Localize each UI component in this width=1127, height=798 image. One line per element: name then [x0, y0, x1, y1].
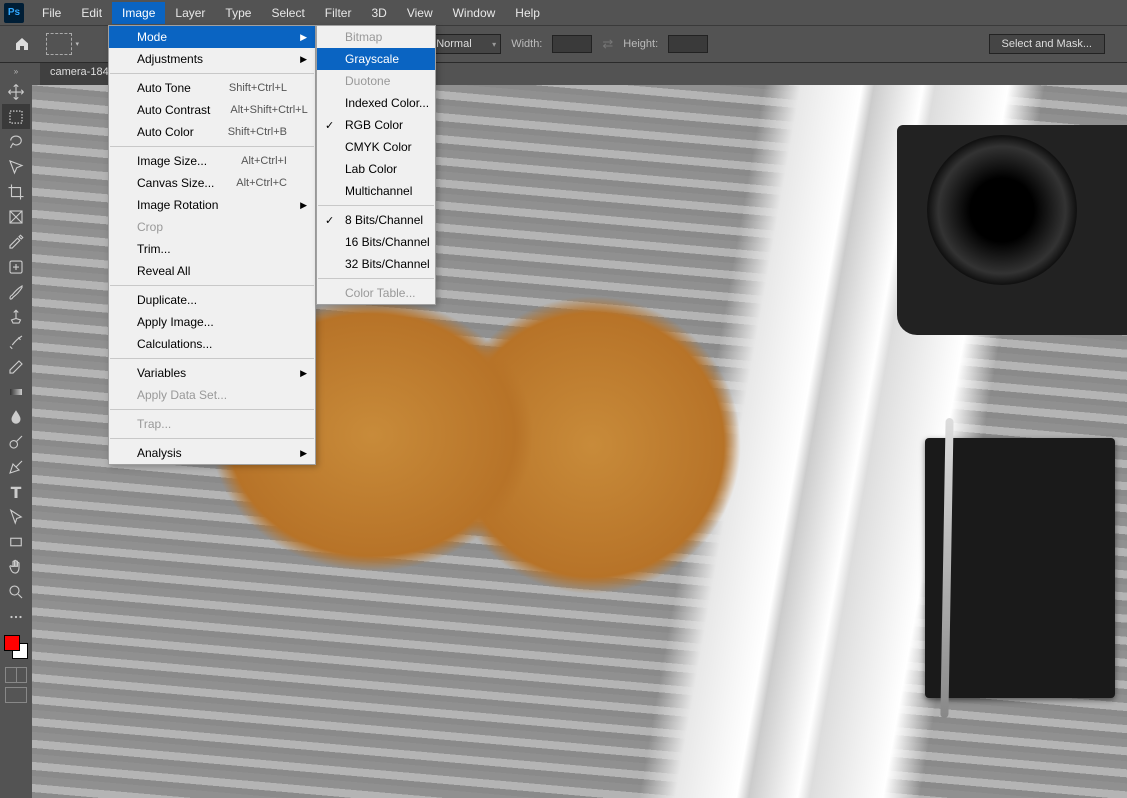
image-menu-item-adjustments[interactable]: Adjustments▶	[109, 48, 315, 70]
mode-item-indexed-color[interactable]: Indexed Color...	[317, 92, 435, 114]
mode-item-bitmap: Bitmap	[317, 26, 435, 48]
mode-item-rgb-color[interactable]: ✓RGB Color	[317, 114, 435, 136]
select-and-mask-button[interactable]: Select and Mask...	[989, 34, 1106, 54]
frame-tool[interactable]	[2, 204, 30, 229]
image-menu-item-apply-image[interactable]: Apply Image...	[109, 311, 315, 333]
blur-tool[interactable]	[2, 404, 30, 429]
move-tool[interactable]	[2, 79, 30, 104]
menu-type[interactable]: Type	[215, 2, 261, 24]
eyedropper-tool[interactable]	[2, 229, 30, 254]
swap-icon[interactable]: ⇄	[602, 36, 613, 52]
image-menu-item-duplicate[interactable]: Duplicate...	[109, 289, 315, 311]
image-menu-item-trim[interactable]: Trim...	[109, 238, 315, 260]
tool-preset-picker[interactable]	[46, 33, 72, 55]
menu-edit[interactable]: Edit	[71, 2, 112, 24]
mode-submenu: BitmapGrayscaleDuotoneIndexed Color...✓R…	[316, 25, 436, 305]
mode-item-cmyk-color[interactable]: CMYK Color	[317, 136, 435, 158]
type-tool[interactable]	[2, 479, 30, 504]
image-notebook	[925, 438, 1115, 698]
width-input[interactable]	[552, 35, 592, 53]
screen-mode-toggle[interactable]	[5, 687, 27, 703]
menu-image[interactable]: Image	[112, 2, 165, 24]
zoom-tool[interactable]	[2, 579, 30, 604]
image-menu-item-auto-tone[interactable]: Auto ToneShift+Ctrl+L	[109, 77, 315, 99]
eraser-tool[interactable]	[2, 354, 30, 379]
menu-select[interactable]: Select	[261, 2, 314, 24]
menubar: Ps File Edit Image Layer Type Select Fil…	[0, 0, 1127, 25]
marquee-tool[interactable]	[2, 104, 30, 129]
home-icon[interactable]	[8, 32, 36, 56]
mode-item-lab-color[interactable]: Lab Color	[317, 158, 435, 180]
mode-item-32-bits-channel[interactable]: 32 Bits/Channel	[317, 253, 435, 275]
mode-item-8-bits-channel[interactable]: ✓8 Bits/Channel	[317, 209, 435, 231]
color-swatches[interactable]	[2, 633, 30, 661]
menu-view[interactable]: View	[397, 2, 443, 24]
mode-item-multichannel[interactable]: Multichannel	[317, 180, 435, 202]
style-dropdown[interactable]: Normal	[431, 34, 501, 54]
gradient-tool[interactable]	[2, 379, 30, 404]
toolbar: »	[0, 63, 32, 798]
menu-filter[interactable]: Filter	[315, 2, 362, 24]
image-menu-item-auto-contrast[interactable]: Auto ContrastAlt+Shift+Ctrl+L	[109, 99, 315, 121]
menu-file[interactable]: File	[32, 2, 71, 24]
crop-tool[interactable]	[2, 179, 30, 204]
mode-item-color-table: Color Table...	[317, 282, 435, 304]
style-value: Normal	[436, 38, 471, 50]
edit-toolbar[interactable]	[2, 604, 30, 629]
brush-tool[interactable]	[2, 279, 30, 304]
healing-tool[interactable]	[2, 254, 30, 279]
hand-tool[interactable]	[2, 554, 30, 579]
image-menu-item-mode[interactable]: Mode▶	[109, 26, 315, 48]
quick-select-tool[interactable]	[2, 154, 30, 179]
image-menu-item-crop: Crop	[109, 216, 315, 238]
dodge-tool[interactable]	[2, 429, 30, 454]
menu-3d[interactable]: 3D	[361, 2, 396, 24]
mode-item-16-bits-channel[interactable]: 16 Bits/Channel	[317, 231, 435, 253]
image-menu-item-image-rotation[interactable]: Image Rotation▶	[109, 194, 315, 216]
menu-window[interactable]: Window	[443, 2, 506, 24]
toolbar-collapse-icon[interactable]: »	[0, 67, 32, 79]
image-camera	[897, 125, 1127, 335]
image-menu-item-apply-data-set: Apply Data Set...	[109, 384, 315, 406]
lasso-tool[interactable]	[2, 129, 30, 154]
pen-tool[interactable]	[2, 454, 30, 479]
image-menu-item-trap: Trap...	[109, 413, 315, 435]
image-menu-item-auto-color[interactable]: Auto ColorShift+Ctrl+B	[109, 121, 315, 143]
image-menu-item-calculations[interactable]: Calculations...	[109, 333, 315, 355]
clone-tool[interactable]	[2, 304, 30, 329]
foreground-swatch[interactable]	[4, 635, 20, 651]
image-menu-item-image-size[interactable]: Image Size...Alt+Ctrl+I	[109, 150, 315, 172]
width-label: Width:	[511, 38, 542, 50]
app-logo: Ps	[4, 3, 24, 23]
image-menu-item-canvas-size[interactable]: Canvas Size...Alt+Ctrl+C	[109, 172, 315, 194]
history-brush-tool[interactable]	[2, 329, 30, 354]
height-label: Height:	[623, 38, 658, 50]
rectangle-tool[interactable]	[2, 529, 30, 554]
mode-item-grayscale[interactable]: Grayscale	[317, 48, 435, 70]
menu-layer[interactable]: Layer	[165, 2, 215, 24]
path-select-tool[interactable]	[2, 504, 30, 529]
mode-item-duotone: Duotone	[317, 70, 435, 92]
menu-help[interactable]: Help	[505, 2, 550, 24]
height-input[interactable]	[668, 35, 708, 53]
quick-mask-toggle[interactable]	[5, 667, 27, 683]
image-menu-item-analysis[interactable]: Analysis▶	[109, 442, 315, 464]
image-menu: Mode▶Adjustments▶Auto ToneShift+Ctrl+LAu…	[108, 25, 316, 465]
image-menu-item-reveal-all[interactable]: Reveal All	[109, 260, 315, 282]
image-menu-item-variables[interactable]: Variables▶	[109, 362, 315, 384]
